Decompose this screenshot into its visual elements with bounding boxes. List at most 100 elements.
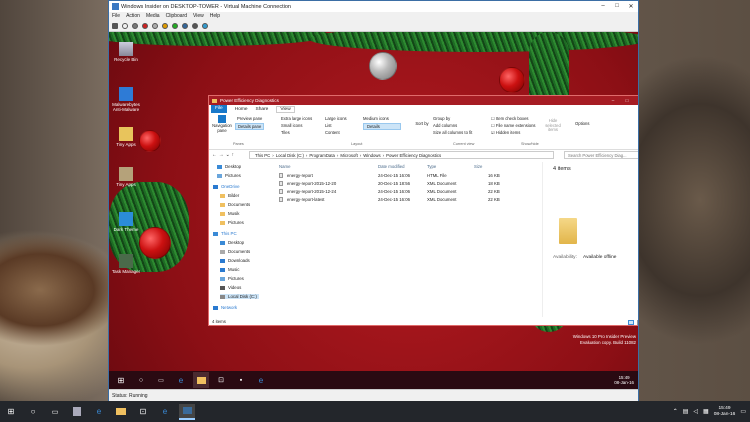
details-option[interactable]: Details [363, 123, 401, 130]
hidden-items-checkbox[interactable]: ☑ Hidden items [491, 130, 520, 135]
add-columns-button[interactable]: Add columns [433, 123, 457, 128]
tab-view[interactable]: View [276, 105, 295, 113]
breadcrumb-item[interactable]: This PC [255, 153, 270, 158]
search-icon[interactable]: ○ [133, 372, 149, 388]
menu-file[interactable]: File [112, 13, 120, 19]
tab-home[interactable]: Home [235, 107, 248, 112]
desktop-icon-malwarebytes[interactable]: Malwarebytes Anti-Malware [111, 87, 141, 112]
network-icon[interactable]: ▤ [683, 408, 689, 415]
file-row[interactable]: energy-report-2015-12-24 24-Dec-15 16:06… [271, 189, 541, 196]
internet-explorer-icon[interactable]: e [157, 404, 173, 420]
nav-item-desktop[interactable]: Desktop [220, 240, 244, 245]
chevron-up-icon[interactable]: ⌃ [673, 408, 678, 415]
task-view-icon[interactable]: ▭ [47, 404, 63, 420]
store-icon[interactable]: ⊡ [135, 404, 151, 420]
group-by-button[interactable]: Group by [433, 116, 450, 121]
host-clock[interactable]: 15:49 08-Jan-16 [714, 406, 736, 417]
task-view-icon[interactable]: ▭ [153, 372, 169, 388]
reset-icon[interactable] [172, 22, 178, 29]
pause-icon[interactable] [162, 22, 168, 29]
maximize-icon[interactable]: □ [610, 3, 624, 10]
menu-media[interactable]: Media [146, 13, 160, 19]
medium-icons-option[interactable]: Medium icons [363, 116, 389, 121]
search-input[interactable]: Search Power Efficiency Diag... [564, 151, 638, 159]
nav-item-music[interactable]: Music [220, 267, 239, 272]
extra-large-icons-option[interactable]: Extra large icons [281, 116, 312, 121]
turn-off-icon[interactable] [132, 22, 138, 29]
item-check-boxes-checkbox[interactable]: ☐ Item check boxes [491, 116, 529, 121]
volume-icon[interactable]: ◁ [693, 408, 698, 415]
details-view-icon[interactable] [628, 320, 634, 325]
recycle-bin-icon[interactable] [69, 404, 85, 420]
keyboard-icon[interactable]: ▦ [703, 408, 709, 415]
nav-item-videos[interactable]: Videos [220, 285, 241, 290]
nav-item-pictures[interactable]: Pictures [217, 173, 241, 178]
file-explorer-icon[interactable] [113, 404, 129, 420]
list-option[interactable]: List [325, 123, 332, 128]
hide-selected-items-button[interactable]: Hide selected items [541, 118, 565, 133]
nav-item-documents[interactable]: Documents [220, 249, 250, 254]
minimize-icon[interactable]: – [606, 98, 620, 104]
desktop-icon-dark-theme[interactable]: Dark Theme [111, 212, 141, 232]
windows-start-icon[interactable]: ⊞ [113, 372, 129, 388]
size-all-columns-button[interactable]: Size all columns to fit [433, 130, 472, 135]
address-bar[interactable]: This PC › Local Disk (C:) › ProgramData › M… [249, 151, 554, 159]
checkpoint-icon[interactable] [182, 22, 188, 29]
file-explorer-icon[interactable] [193, 372, 209, 388]
minimize-icon[interactable]: – [596, 3, 610, 10]
shutdown-icon[interactable] [142, 22, 148, 29]
file-row[interactable]: energy-report-latest 24-Dec-15 16:06 XML… [271, 197, 541, 204]
sort-by-button[interactable]: Sort by [415, 121, 429, 126]
file-row[interactable]: energy-report 24-Dec-15 16:06 HTML File … [271, 173, 541, 180]
large-icons-view-icon[interactable] [637, 320, 638, 325]
desktop-icon-recycle-bin[interactable]: Recycle Bin [111, 42, 141, 62]
close-icon[interactable]: ✕ [624, 3, 638, 10]
nav-item-local-disk[interactable]: Local Disk (C:) [220, 294, 259, 299]
edge-icon[interactable]: e [91, 404, 107, 420]
column-header-type[interactable]: Type [427, 164, 436, 169]
nav-item-desktop[interactable]: Desktop [217, 164, 241, 169]
menu-help[interactable]: Help [210, 13, 220, 19]
tab-share[interactable]: Share [256, 107, 269, 112]
column-header-date[interactable]: Date modified [378, 164, 405, 169]
menu-action[interactable]: Action [126, 13, 140, 19]
file-extensions-checkbox[interactable]: ☐ File name extensions [491, 123, 536, 128]
app-icon[interactable]: ▪ [233, 372, 249, 388]
nav-item-this-pc[interactable]: This PC [213, 231, 237, 236]
up-arrow-icon[interactable]: ↑ [232, 153, 234, 158]
nav-item-onedrive[interactable]: OneDrive [213, 184, 240, 189]
content-option[interactable]: Content [325, 130, 340, 135]
breadcrumb-item[interactable]: ProgramData [309, 153, 335, 158]
forward-arrow-icon[interactable]: → [219, 153, 224, 158]
nav-item-bilder[interactable]: Bilder [220, 193, 239, 198]
navigation-pane-button[interactable]: Navigation pane [212, 115, 232, 133]
start-icon[interactable] [122, 22, 128, 29]
hyper-v-connection-icon[interactable] [179, 403, 195, 420]
breadcrumb-item[interactable]: Windows [363, 153, 380, 158]
tab-file[interactable]: File [211, 105, 227, 113]
large-icons-option[interactable]: Large icons [325, 116, 347, 121]
edge-icon[interactable]: e [173, 372, 189, 388]
guest-clock[interactable]: 15:49 08-Jan-16 [614, 375, 634, 386]
close-icon[interactable]: ✕ [634, 98, 638, 104]
nav-item-downloads[interactable]: Downloads [220, 258, 250, 263]
menu-clipboard[interactable]: Clipboard [166, 13, 187, 19]
ctrl-alt-del-icon[interactable] [112, 22, 118, 29]
save-icon[interactable] [152, 22, 158, 29]
windows-start-icon[interactable]: ⊞ [3, 404, 19, 420]
column-header-size[interactable]: Size [474, 164, 482, 169]
action-center-icon[interactable]: ▭ [740, 408, 746, 415]
column-header-name[interactable]: Name [279, 164, 290, 169]
nav-item-documents[interactable]: Documents [220, 202, 250, 207]
menu-view[interactable]: View [193, 13, 204, 19]
internet-explorer-icon[interactable]: e [253, 372, 269, 388]
desktop-icon-folder[interactable]: Tiny Apps [111, 127, 141, 147]
enhanced-session-icon[interactable] [202, 22, 208, 29]
desktop-icon-folder[interactable]: Tiny Apps [111, 167, 141, 187]
desktop-icon-task-manager[interactable]: Task Manager [111, 254, 141, 274]
nav-item-network[interactable]: Network [213, 305, 237, 310]
search-icon[interactable]: ○ [25, 404, 41, 420]
back-arrow-icon[interactable]: ← [212, 153, 217, 158]
store-icon[interactable]: ⊡ [213, 372, 229, 388]
tiles-option[interactable]: Tiles [281, 130, 290, 135]
